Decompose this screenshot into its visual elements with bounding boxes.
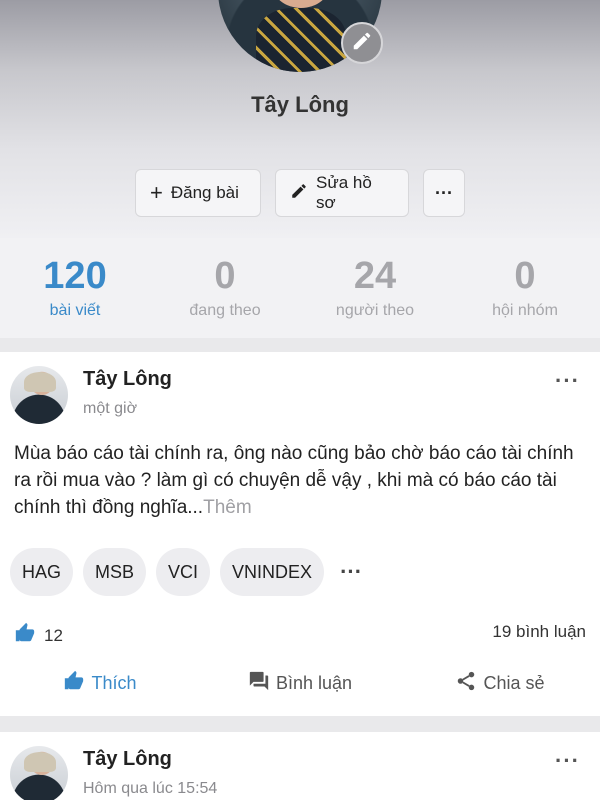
- like-count: 12: [44, 625, 63, 645]
- edit-avatar-button[interactable]: [341, 22, 383, 64]
- author-avatar[interactable]: [10, 746, 68, 800]
- edit-profile-label: Sửa hồ sơ: [316, 173, 372, 212]
- pencil-icon: [290, 182, 308, 205]
- post-time: Hôm qua lúc 15:54: [83, 780, 218, 797]
- plus-icon: +: [150, 180, 163, 205]
- share-label: Chia sẻ: [483, 673, 545, 693]
- comment-label: Bình luận: [275, 673, 353, 693]
- post-more-icon[interactable]: ···: [555, 748, 580, 774]
- stat-label: đang theo: [189, 302, 261, 319]
- stat-value: 24: [353, 255, 397, 297]
- tag-chip[interactable]: MSB: [83, 548, 147, 596]
- comment-icon: [248, 670, 270, 697]
- comment-button[interactable]: Bình luận: [200, 670, 400, 697]
- stat-value: 0: [214, 255, 236, 297]
- post-body: Mùa báo cáo tài chính ra, ông nào cũng b…: [14, 440, 590, 521]
- post-more-icon[interactable]: ···: [555, 368, 580, 394]
- post-text: Mùa báo cáo tài chính ra, ông nào cũng b…: [14, 443, 574, 518]
- stat-following[interactable]: 0 đang theo: [150, 238, 300, 338]
- pencil-icon: [351, 30, 373, 57]
- profile-header: Tây Lông + Đăng bài Sửa hồ sơ ···: [0, 0, 600, 238]
- profile-name: Tây Lông: [251, 92, 349, 117]
- post-author[interactable]: Tây Lông: [83, 748, 172, 771]
- avatar-hair: [24, 372, 56, 392]
- post-tags: HAG MSB VCI VNINDEX ···: [10, 548, 362, 596]
- post-card: Tây Lông một giờ ··· Mùa báo cáo tài chí…: [0, 352, 600, 716]
- post-author[interactable]: Tây Lông: [83, 368, 172, 391]
- tags-more-icon[interactable]: ···: [340, 559, 362, 585]
- post-card: Tây Lông Hôm qua lúc 15:54 ···: [0, 732, 600, 800]
- share-icon: [455, 670, 477, 697]
- author-avatar[interactable]: [10, 366, 68, 424]
- more-options-button[interactable]: ···: [423, 169, 465, 217]
- ellipsis-icon: ···: [435, 182, 453, 203]
- comment-count[interactable]: 19 bình luận: [492, 622, 586, 642]
- post-reactions[interactable]: 12: [14, 622, 63, 649]
- new-post-button[interactable]: + Đăng bài: [135, 169, 261, 217]
- profile-page: Tây Lông + Đăng bài Sửa hồ sơ ··· 120 bà…: [0, 0, 600, 800]
- stat-label: hội nhóm: [492, 302, 558, 319]
- tag-chip[interactable]: VCI: [156, 548, 211, 596]
- tag-chip[interactable]: VNINDEX: [220, 548, 325, 596]
- share-button[interactable]: Chia sẻ: [400, 670, 600, 697]
- avatar-face: [272, 0, 330, 8]
- stat-value: 120: [43, 255, 107, 297]
- edit-profile-button[interactable]: Sửa hồ sơ: [275, 169, 409, 217]
- avatar-shirt: [256, 8, 346, 72]
- stat-label: bài viết: [49, 302, 101, 319]
- stat-label: người theo: [335, 302, 415, 319]
- thumbs-up-icon: [14, 622, 36, 649]
- new-post-label: Đăng bài: [170, 183, 239, 202]
- like-button[interactable]: Thích: [0, 670, 200, 697]
- profile-actions: + Đăng bài Sửa hồ sơ ···: [135, 169, 465, 217]
- tag-chip[interactable]: HAG: [10, 548, 74, 596]
- stat-followers[interactable]: 24 người theo: [300, 238, 450, 338]
- thumbs-up-icon: [63, 670, 85, 697]
- stat-value: 0: [514, 255, 536, 297]
- post-action-bar: Thích Bình luận Chia sẻ: [0, 670, 600, 697]
- profile-stats: 120 bài viết 0 đang theo 24 người theo 0…: [0, 238, 600, 338]
- see-more-link[interactable]: Thêm: [203, 497, 252, 518]
- stat-posts[interactable]: 120 bài viết: [0, 238, 150, 338]
- like-label: Thích: [91, 673, 137, 693]
- avatar-hair: [24, 752, 56, 772]
- stat-groups[interactable]: 0 hội nhóm: [450, 238, 600, 338]
- post-time: một giờ: [83, 400, 138, 417]
